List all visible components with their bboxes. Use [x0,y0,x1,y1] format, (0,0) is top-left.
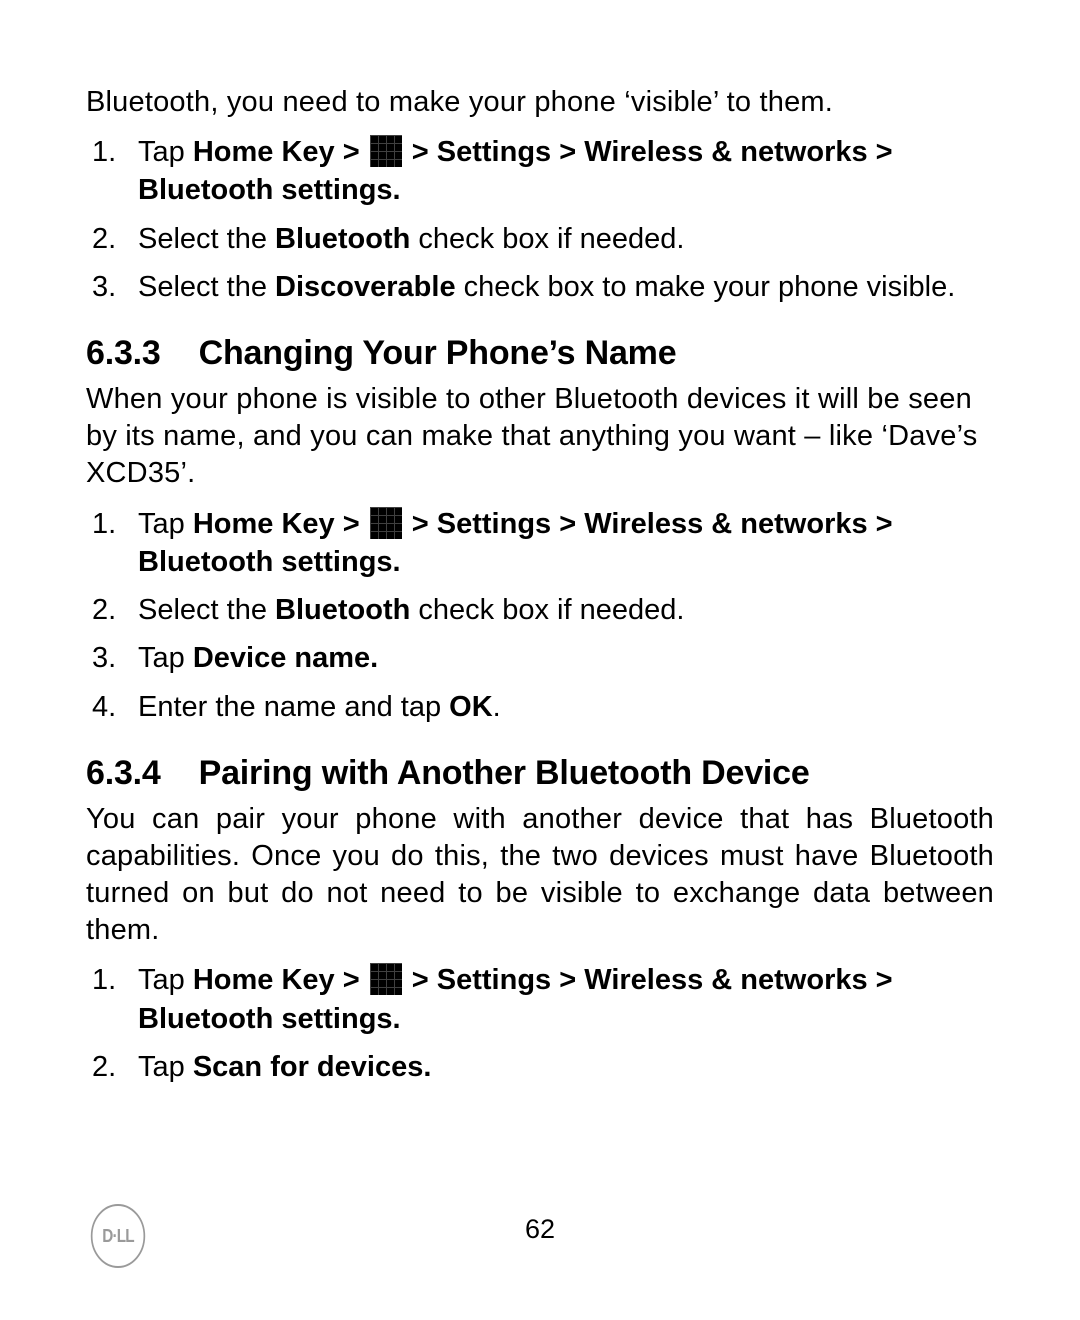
text-fragment: Tap [138,964,193,996]
apps-grid-icon [370,507,402,539]
steps-pairing: 1. Tap Home Key > > Settings > Wireless … [86,961,994,1086]
text-fragment: Select the [138,271,275,303]
list-item: 3. Tap Device name. [86,639,994,677]
text-bold: Bluetooth [275,594,410,626]
text-fragment: check box if needed. [410,223,684,255]
list-item: 1. Tap Home Key > > Settings > Wireless … [86,133,994,210]
text-bold: OK [449,691,493,723]
text-fragment: Home Key > [193,964,360,996]
text-bold: Bluetooth [275,223,410,255]
text-fragment: Tap [138,136,193,168]
text-fragment: Tap [138,508,193,540]
section-number: 6.3.3 [86,334,161,373]
text-fragment: Tap [138,1051,193,1083]
text-bold: Device name. [193,642,378,674]
section-title: Changing Your Phone’s Name [199,334,677,372]
section-634-para: You can pair your phone with another dev… [86,801,994,949]
step-text: Tap Scan for devices. [138,1051,431,1083]
section-number: 6.3.4 [86,754,161,793]
text-bold: Scan for devices. [193,1051,432,1083]
text-bold: Discoverable [275,271,456,303]
steps-change-name: 1. Tap Home Key > > Settings > Wireless … [86,505,994,726]
list-item: 1. Tap Home Key > > Settings > Wireless … [86,961,994,1038]
list-item: 2. Tap Scan for devices. [86,1048,994,1086]
step-text: Select the Bluetooth check box if needed… [138,223,684,255]
list-number: 1. [92,505,116,543]
step-text: Select the Discoverable check box to mak… [138,271,955,303]
list-item: 1. Tap Home Key > > Settings > Wireless … [86,505,994,582]
page-footer: D·LL 62 [0,1204,1080,1268]
section-heading-634: 6.3.4 Pairing with Another Bluetooth Devi… [86,754,994,793]
list-number: 4. [92,688,116,726]
text-fragment: Home Key > [193,136,360,168]
step-text: Enter the name and tap OK. [138,691,501,723]
text-fragment: check box if needed. [410,594,684,626]
step-text: Tap Home Key > > Settings > Wireless & n… [138,508,893,578]
section-title: Pairing with Another Bluetooth Device [199,754,810,792]
step-text: Select the Bluetooth check box if needed… [138,594,684,626]
step-text: Tap Home Key > > Settings > Wireless & n… [138,964,893,1034]
text-fragment: . [493,691,501,723]
text-fragment: Home Key > [193,508,360,540]
text-fragment: Select the [138,594,275,626]
step-text: Tap Home Key > > Settings > Wireless & n… [138,136,893,206]
list-number: 3. [92,268,116,306]
text-fragment: Enter the name and tap [138,691,449,723]
apps-grid-icon [370,963,402,995]
section-633-para: When your phone is visible to other Blue… [86,381,994,492]
text-fragment: Select the [138,223,275,255]
list-number: 1. [92,133,116,171]
steps-visibility: 1. Tap Home Key > > Settings > Wireless … [86,133,994,306]
nav-path-bold: Home Key > > Settings > Wireless & netwo… [138,136,893,206]
nav-path-bold: Home Key > > Settings > Wireless & netwo… [138,964,893,1034]
text-fragment: Tap [138,642,193,674]
text-fragment: check box to make your phone visible. [456,271,956,303]
list-number: 3. [92,639,116,677]
list-number: 2. [92,1048,116,1086]
list-item: 2. Select the Bluetooth check box if nee… [86,591,994,629]
step-text: Tap Device name. [138,642,378,674]
section-heading-633: 6.3.3 Changing Your Phone’s Name [86,334,994,373]
list-item: 2. Select the Bluetooth check box if nee… [86,220,994,258]
document-page: Bluetooth, you need to make your phone ‘… [0,0,1080,1320]
list-number: 2. [92,591,116,629]
nav-path-bold: Home Key > > Settings > Wireless & netwo… [138,508,893,578]
list-number: 1. [92,961,116,999]
apps-grid-icon [370,135,402,167]
intro-text: Bluetooth, you need to make your phone ‘… [86,84,994,121]
list-number: 2. [92,220,116,258]
page-number: 62 [0,1214,1080,1245]
list-item: 4. Enter the name and tap OK. [86,688,994,726]
list-item: 3. Select the Discoverable check box to … [86,268,994,306]
